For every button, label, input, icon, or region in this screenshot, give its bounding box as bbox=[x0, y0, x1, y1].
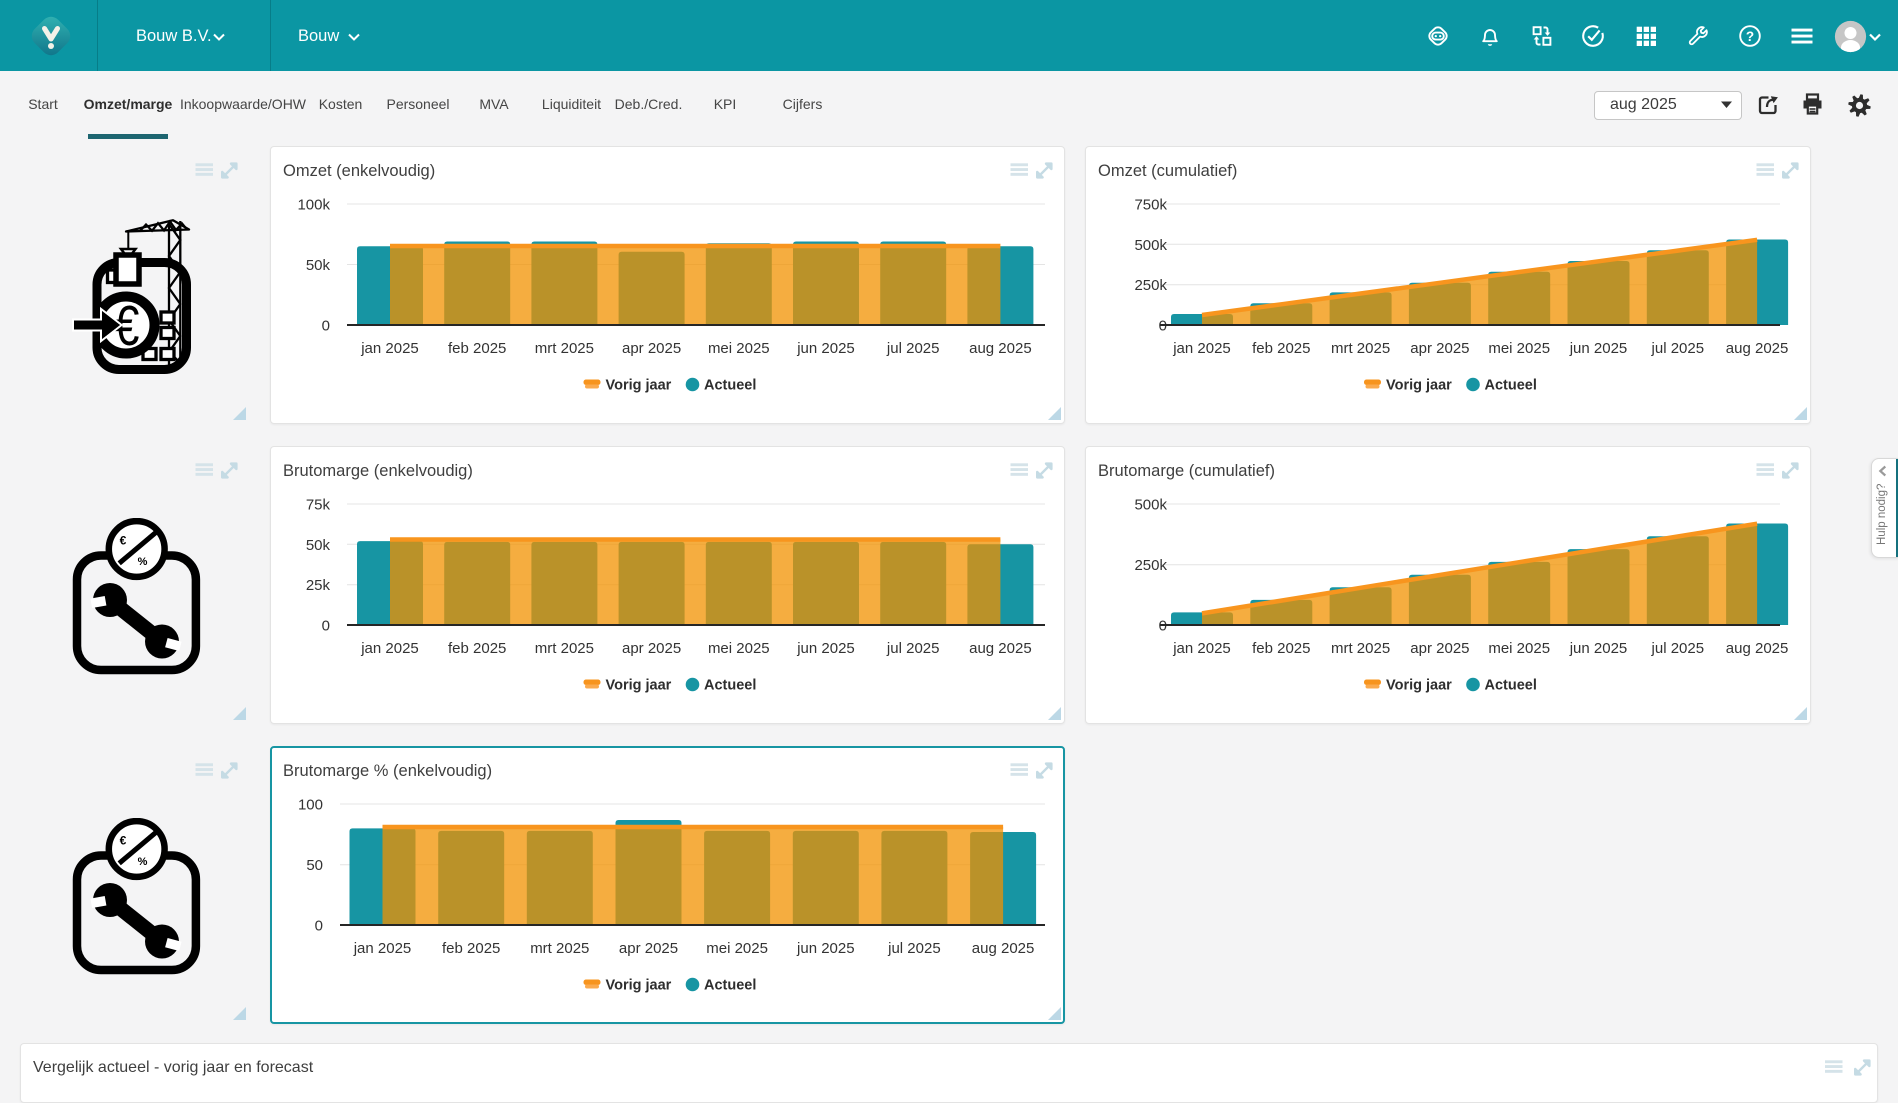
svg-text:%: % bbox=[138, 556, 148, 568]
svg-text:jun 2025: jun 2025 bbox=[796, 340, 855, 357]
svg-text:jan 2025: jan 2025 bbox=[360, 340, 419, 357]
svg-text:50: 50 bbox=[306, 857, 323, 874]
svg-text:0: 0 bbox=[315, 918, 323, 935]
svg-text:mei 2025: mei 2025 bbox=[708, 340, 770, 357]
svg-text:feb 2025: feb 2025 bbox=[442, 940, 500, 957]
svg-text:Actueel: Actueel bbox=[1485, 378, 1537, 394]
svg-text:mrt 2025: mrt 2025 bbox=[530, 940, 589, 957]
svg-text:jan 2025: jan 2025 bbox=[353, 940, 412, 957]
svg-text:jul 2025: jul 2025 bbox=[886, 340, 940, 357]
svg-text:aug 2025: aug 2025 bbox=[969, 340, 1032, 357]
svg-text:apr 2025: apr 2025 bbox=[1410, 340, 1469, 357]
svg-text:Vorig jaar: Vorig jaar bbox=[1386, 378, 1452, 394]
svg-text:mrt 2025: mrt 2025 bbox=[1331, 640, 1390, 657]
svg-text:Actueel: Actueel bbox=[704, 378, 756, 394]
svg-text:100: 100 bbox=[298, 797, 323, 814]
svg-text:Omzet (cumulatief): Omzet (cumulatief) bbox=[1098, 162, 1237, 180]
svg-text:jan 2025: jan 2025 bbox=[1172, 640, 1231, 657]
svg-text:aug 2025: aug 2025 bbox=[969, 640, 1032, 657]
svg-text:0: 0 bbox=[322, 318, 330, 335]
svg-text:jun 2025: jun 2025 bbox=[1569, 340, 1628, 357]
svg-text:Vorig jaar: Vorig jaar bbox=[606, 978, 672, 994]
svg-text:50k: 50k bbox=[306, 537, 331, 554]
svg-text:jul 2025: jul 2025 bbox=[887, 940, 941, 957]
svg-text:jul 2025: jul 2025 bbox=[1651, 340, 1705, 357]
svg-text:Omzet (enkelvoudig): Omzet (enkelvoudig) bbox=[283, 162, 435, 180]
svg-text:75k: 75k bbox=[306, 497, 331, 514]
svg-text:€: € bbox=[120, 834, 127, 848]
svg-text:mrt 2025: mrt 2025 bbox=[1331, 340, 1390, 357]
svg-text:apr 2025: apr 2025 bbox=[622, 640, 681, 657]
svg-text:Vorig jaar: Vorig jaar bbox=[1386, 678, 1452, 694]
svg-text:Brutomarge % (enkelvoudig): Brutomarge % (enkelvoudig) bbox=[283, 762, 492, 780]
svg-text:apr 2025: apr 2025 bbox=[619, 940, 678, 957]
svg-text:jul 2025: jul 2025 bbox=[886, 640, 940, 657]
svg-text:Brutomarge (cumulatief): Brutomarge (cumulatief) bbox=[1098, 462, 1275, 480]
svg-text:Actueel: Actueel bbox=[704, 678, 756, 694]
svg-text:250k: 250k bbox=[1134, 557, 1167, 574]
svg-text:Brutomarge (enkelvoudig): Brutomarge (enkelvoudig) bbox=[283, 462, 473, 480]
svg-text:jul 2025: jul 2025 bbox=[1651, 640, 1705, 657]
svg-text:aug 2025: aug 2025 bbox=[972, 940, 1035, 957]
svg-text:Actueel: Actueel bbox=[1485, 678, 1537, 694]
svg-text:mrt 2025: mrt 2025 bbox=[535, 640, 594, 657]
svg-text:25k: 25k bbox=[306, 577, 331, 594]
svg-text:aug 2025: aug 2025 bbox=[1726, 340, 1789, 357]
svg-text:jun 2025: jun 2025 bbox=[1569, 640, 1628, 657]
svg-text:mei 2025: mei 2025 bbox=[708, 640, 770, 657]
svg-text:jun 2025: jun 2025 bbox=[796, 940, 855, 957]
svg-text:%: % bbox=[138, 856, 148, 868]
svg-text:750k: 750k bbox=[1134, 197, 1167, 214]
svg-text:feb 2025: feb 2025 bbox=[1252, 340, 1310, 357]
svg-text:apr 2025: apr 2025 bbox=[622, 340, 681, 357]
svg-text:mei 2025: mei 2025 bbox=[706, 940, 768, 957]
svg-text:jan 2025: jan 2025 bbox=[360, 640, 419, 657]
svg-text:jun 2025: jun 2025 bbox=[796, 640, 855, 657]
svg-text:Vorig jaar: Vorig jaar bbox=[606, 378, 672, 394]
svg-text:500k: 500k bbox=[1134, 497, 1167, 514]
svg-text:Actueel: Actueel bbox=[704, 978, 756, 994]
svg-text:50k: 50k bbox=[306, 257, 331, 274]
svg-text:€: € bbox=[120, 534, 127, 548]
svg-text:feb 2025: feb 2025 bbox=[448, 340, 506, 357]
svg-text:mei 2025: mei 2025 bbox=[1488, 340, 1550, 357]
svg-text:500k: 500k bbox=[1134, 237, 1167, 254]
svg-text:feb 2025: feb 2025 bbox=[448, 640, 506, 657]
svg-text:250k: 250k bbox=[1134, 277, 1167, 294]
svg-text:100k: 100k bbox=[297, 197, 330, 214]
svg-text:?: ? bbox=[1746, 29, 1754, 44]
svg-text:aug 2025: aug 2025 bbox=[1726, 640, 1789, 657]
svg-text:jan 2025: jan 2025 bbox=[1172, 340, 1231, 357]
svg-text:mei 2025: mei 2025 bbox=[1488, 640, 1550, 657]
svg-text:apr 2025: apr 2025 bbox=[1410, 640, 1469, 657]
svg-text:0: 0 bbox=[322, 618, 330, 635]
svg-text:mrt 2025: mrt 2025 bbox=[535, 340, 594, 357]
svg-text:feb 2025: feb 2025 bbox=[1252, 640, 1310, 657]
svg-text:Vorig jaar: Vorig jaar bbox=[606, 678, 672, 694]
